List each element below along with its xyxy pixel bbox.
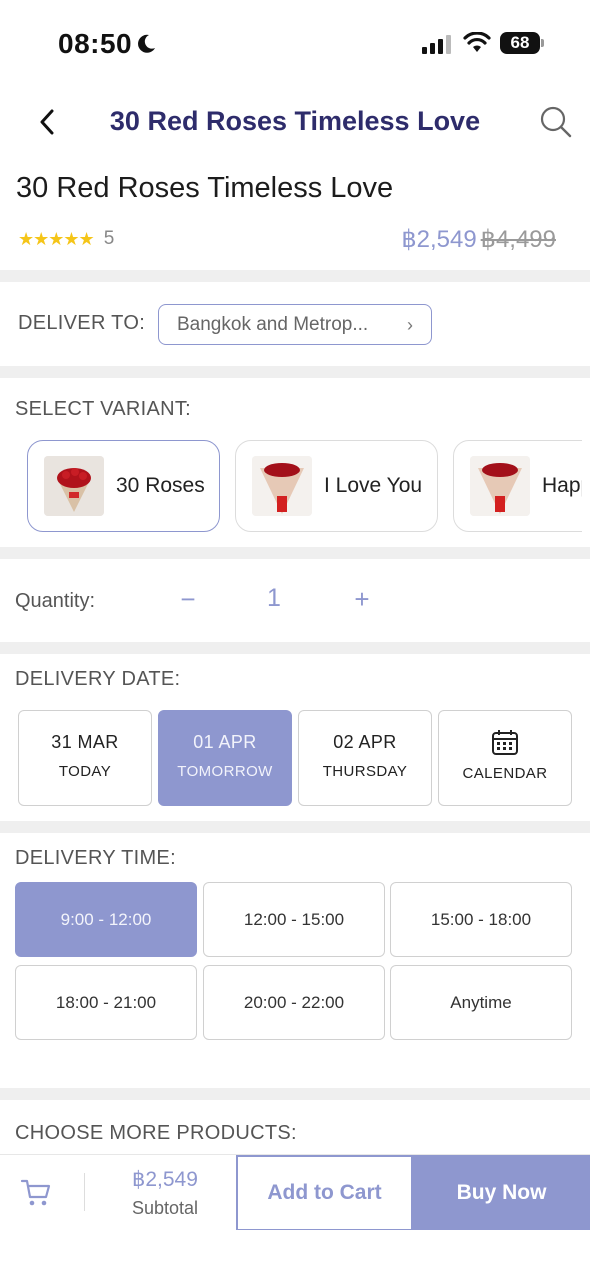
- quantity-decrease-button[interactable]: −: [178, 584, 198, 615]
- date-option-today[interactable]: 31 MAR TODAY: [18, 710, 152, 806]
- price: ฿2,549 ฿4,499: [401, 225, 556, 254]
- section-divider: [0, 547, 590, 559]
- section-divider: [0, 270, 590, 282]
- signal-icon: [422, 35, 451, 54]
- rating-stars: ★★★★★: [18, 228, 95, 249]
- bouquet-thumbnail: [44, 456, 104, 516]
- add-to-cart-button[interactable]: Add to Cart: [236, 1155, 413, 1231]
- date-day: TOMORROW: [177, 763, 273, 780]
- date-day: CALENDAR: [462, 765, 548, 782]
- date-value: 02 APR: [333, 732, 397, 752]
- variant-label: 30 Roses: [116, 474, 205, 497]
- time-option[interactable]: Anytime: [390, 965, 572, 1040]
- date-option-thursday[interactable]: 02 APR THURSDAY: [298, 710, 432, 806]
- variant-option-i-love-you[interactable]: I Love You: [235, 440, 438, 532]
- select-variant-label: SELECT VARIANT:: [15, 398, 192, 420]
- current-price: ฿2,549: [401, 226, 477, 253]
- rating: ★★★★★ 5: [18, 228, 114, 250]
- variant-label: Happ: [542, 474, 582, 497]
- battery-tip: [541, 39, 544, 47]
- top-nav: 30 Red Roses Timeless Love: [0, 92, 590, 152]
- delivery-location-value: Bangkok and Metrop...: [177, 313, 369, 335]
- date-value: 01 APR: [193, 732, 257, 752]
- status-time: 08:50: [58, 28, 133, 59]
- rating-count: 5: [103, 228, 115, 249]
- moon-icon: [138, 34, 155, 53]
- section-divider: [0, 1088, 590, 1100]
- bouquet-thumbnail: [252, 456, 312, 516]
- calendar-icon: [492, 730, 518, 755]
- choose-more-products-label: CHOOSE MORE PRODUCTS:: [15, 1122, 297, 1144]
- wifi-icon: [463, 32, 491, 52]
- variant-carousel[interactable]: 30 Roses I Love You Happ: [0, 438, 582, 534]
- deliver-to-label: DELIVER TO:: [18, 312, 146, 334]
- checkout-bar: ฿2,549 Subtotal Add to Cart Buy Now: [0, 1154, 590, 1231]
- quantity-label: Quantity:: [15, 590, 96, 612]
- separator: [84, 1173, 85, 1211]
- page-title: 30 Red Roses Timeless Love: [109, 106, 481, 136]
- cart-icon: [20, 1179, 51, 1206]
- quantity-value: 1: [267, 584, 281, 612]
- search-icon: [540, 106, 572, 138]
- subtotal-price: ฿2,549: [132, 1168, 198, 1191]
- status-bar: 08:50 68: [0, 0, 590, 88]
- date-option-calendar[interactable]: CALENDAR: [438, 710, 572, 806]
- buy-now-button[interactable]: Buy Now: [413, 1155, 590, 1231]
- product-title: 30 Red Roses Timeless Love: [16, 172, 394, 204]
- bouquet-thumbnail: [470, 456, 530, 516]
- home-indicator-area: [0, 1230, 590, 1280]
- date-day: TODAY: [58, 763, 112, 780]
- time-option[interactable]: 20:00 - 22:00: [203, 965, 385, 1040]
- variant-option-happ[interactable]: Happ: [453, 440, 582, 532]
- delivery-date-label: DELIVERY DATE:: [15, 668, 181, 690]
- cart-button[interactable]: [20, 1177, 52, 1214]
- date-option-tomorrow[interactable]: 01 APR TOMORROW: [158, 710, 292, 806]
- time-option[interactable]: 9:00 - 12:00: [15, 882, 197, 957]
- section-divider: [0, 366, 590, 378]
- section-divider: [0, 642, 590, 654]
- time-option[interactable]: 15:00 - 18:00: [390, 882, 572, 957]
- variant-option-30-roses[interactable]: 30 Roses: [27, 440, 220, 532]
- date-value: 31 MAR: [51, 732, 119, 752]
- time-option[interactable]: 18:00 - 21:00: [15, 965, 197, 1040]
- battery-level: 68: [500, 32, 540, 54]
- quantity-increase-button[interactable]: +: [350, 584, 374, 615]
- date-day: THURSDAY: [322, 763, 408, 780]
- section-divider: [0, 821, 590, 833]
- delivery-location-select[interactable]: Bangkok and Metrop... ›: [158, 304, 432, 345]
- delivery-time-label: DELIVERY TIME:: [15, 847, 176, 869]
- subtotal-label: Subtotal: [132, 1198, 199, 1218]
- chevron-right-icon: ›: [407, 315, 413, 335]
- variant-label: I Love You: [324, 474, 423, 497]
- search-button[interactable]: [538, 104, 574, 140]
- time-option[interactable]: 12:00 - 15:00: [203, 882, 385, 957]
- original-price: ฿4,499: [480, 226, 556, 253]
